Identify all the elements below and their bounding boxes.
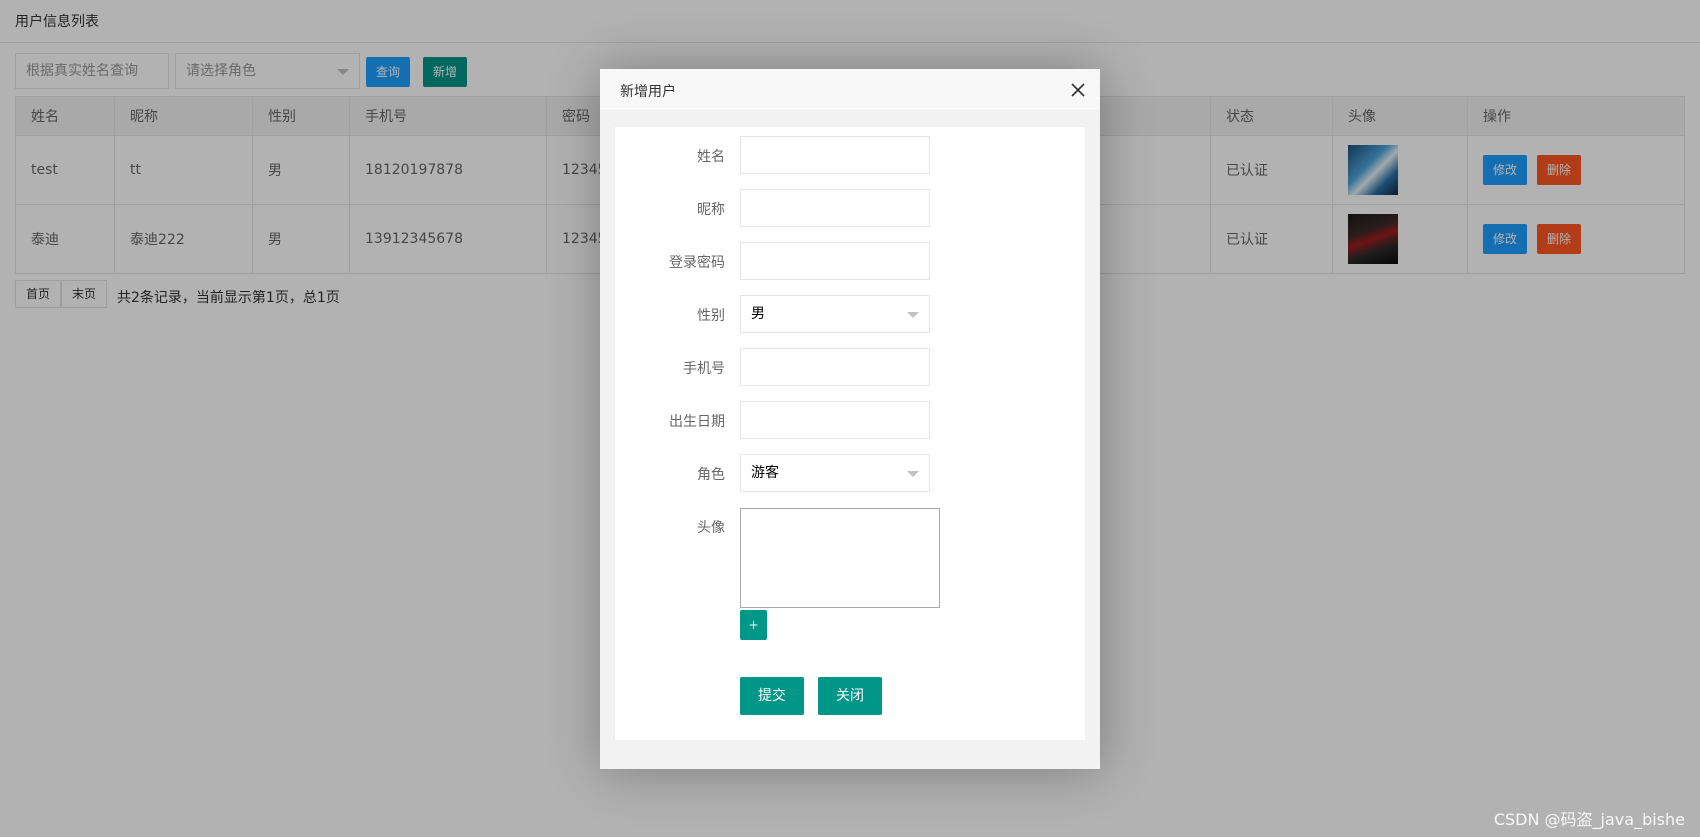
role-value: 游客	[751, 465, 779, 481]
submit-button[interactable]: 提交	[740, 677, 804, 715]
gender-value: 男	[751, 306, 765, 322]
dialog-form: 姓名 昵称 登录密码 性别 男 手机号 出生日期 角色 游客 头像 + 提交 关…	[615, 127, 1085, 740]
upload-button[interactable]: +	[740, 610, 767, 640]
avatar-label: 头像	[697, 520, 725, 536]
nickname-field[interactable]	[740, 189, 930, 227]
chevron-down-icon	[907, 312, 919, 318]
role-select[interactable]: 游客	[740, 454, 930, 492]
gender-select[interactable]: 男	[740, 295, 930, 333]
close-icon[interactable]	[1070, 82, 1086, 98]
role-label: 角色	[697, 467, 725, 483]
watermark: CSDN @码盗_java_bishe	[1493, 810, 1685, 829]
birthday-label: 出生日期	[669, 414, 725, 430]
name-field[interactable]	[740, 136, 930, 174]
birthday-field[interactable]	[740, 401, 930, 439]
phone-field[interactable]	[740, 348, 930, 386]
password-field[interactable]	[740, 242, 930, 280]
chevron-down-icon	[907, 471, 919, 477]
close-button[interactable]: 关闭	[818, 677, 882, 715]
phone-label: 手机号	[683, 361, 725, 377]
dialog-title-bar: 新增用户	[600, 69, 1100, 111]
name-label: 姓名	[697, 149, 725, 165]
avatar-preview	[740, 508, 940, 608]
password-label: 登录密码	[669, 255, 725, 271]
gender-label: 性别	[697, 308, 725, 324]
dialog-title: 新增用户	[620, 84, 676, 100]
add-user-dialog: 新增用户 姓名 昵称 登录密码 性别 男 手机号 出生日期 角色 游客 头像 +…	[600, 69, 1100, 769]
nickname-label: 昵称	[697, 202, 725, 218]
